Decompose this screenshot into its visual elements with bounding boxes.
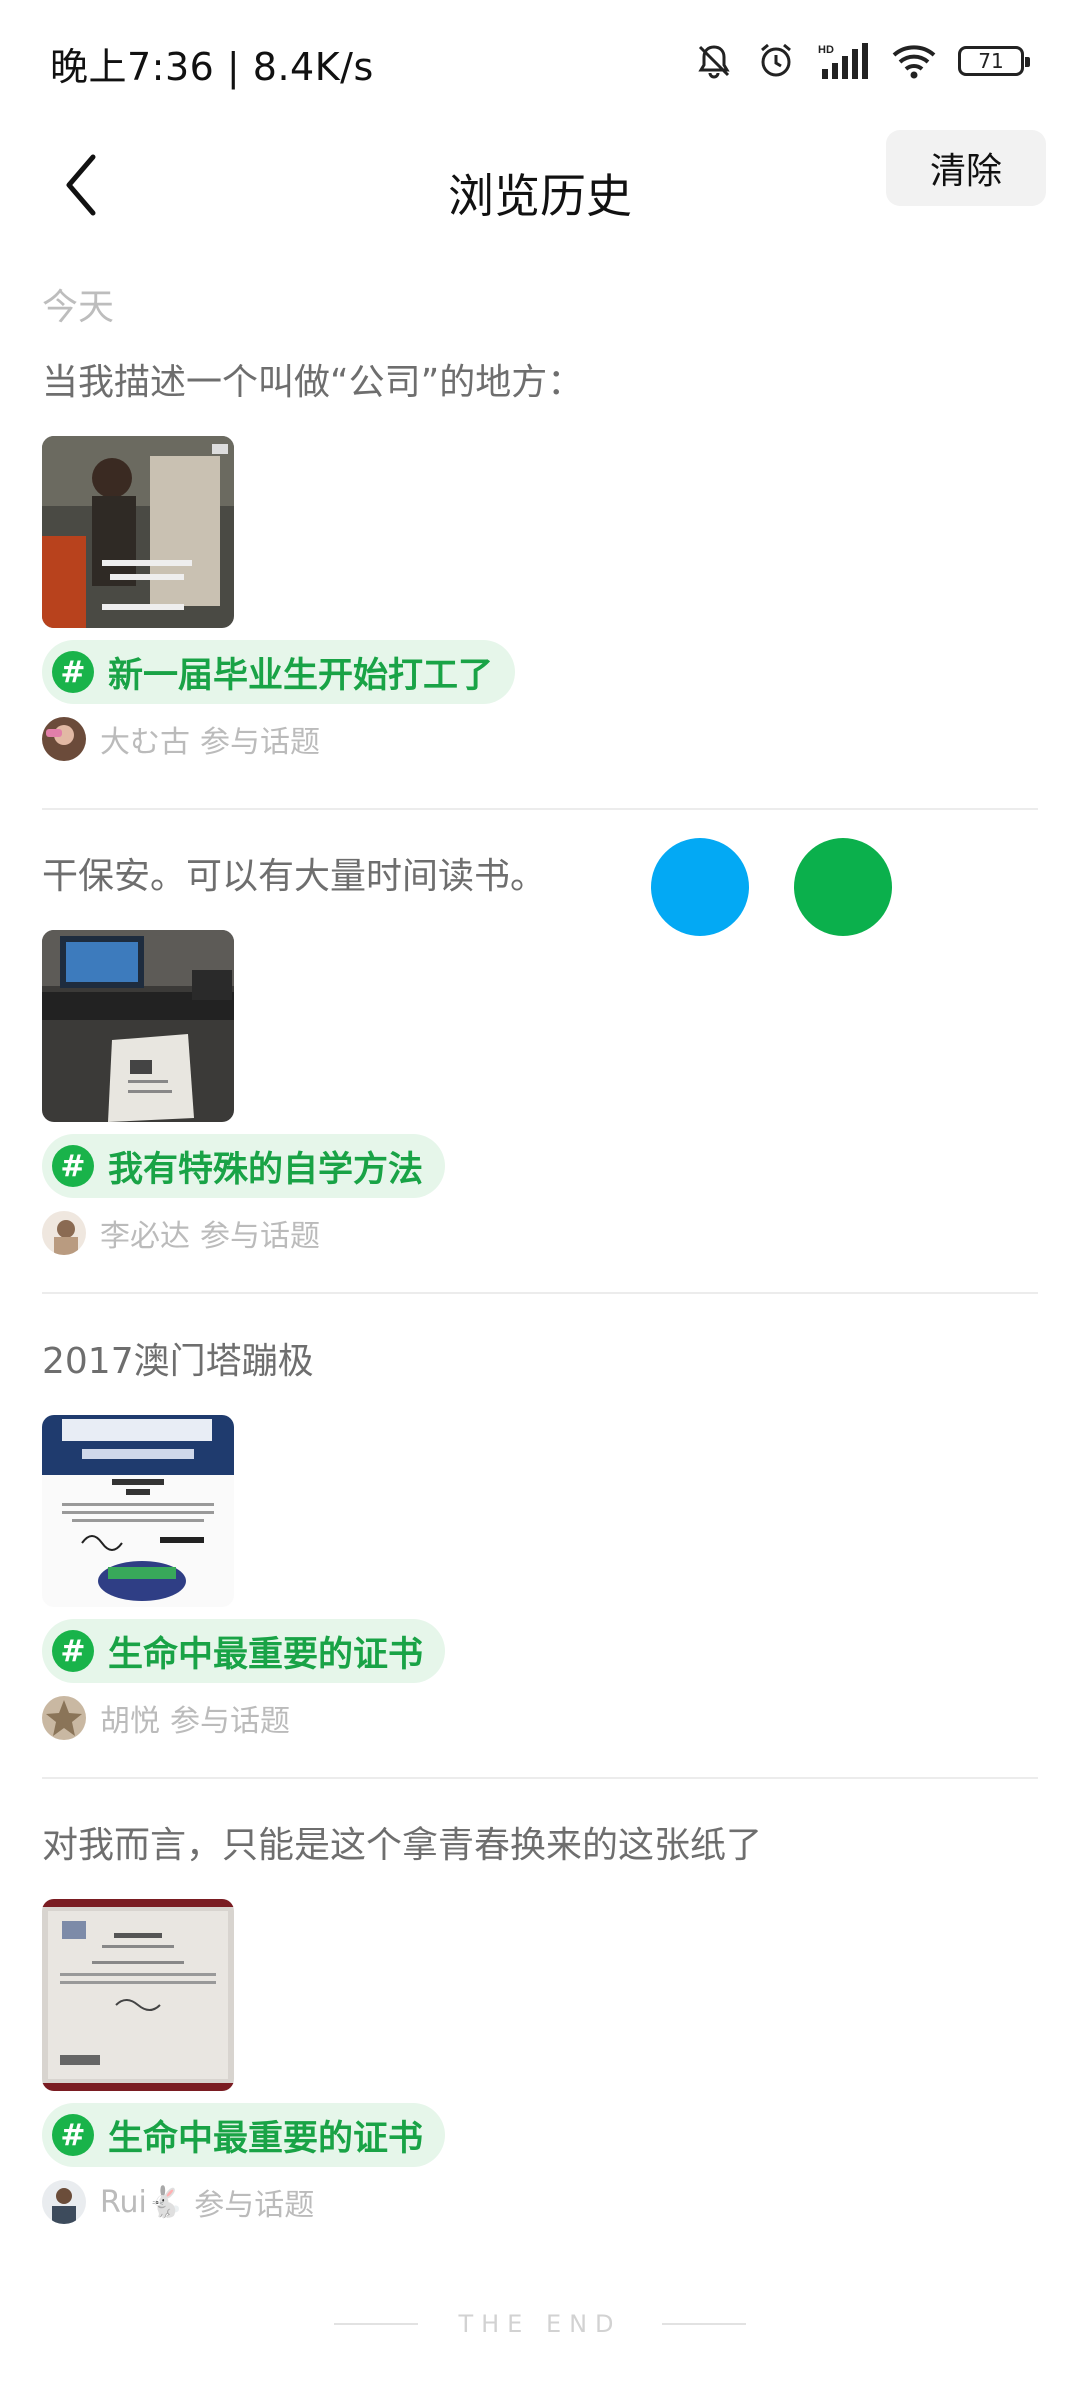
history-item[interactable]: 当我描述一个叫做“公司”的地方： # 新一届毕业生开始打工了 大む古 参与话题	[42, 358, 1038, 764]
topic-label: 生命中最重要的证书	[108, 2118, 424, 2159]
end-marker: THE END	[0, 2310, 1080, 2338]
post-thumbnail[interactable]	[42, 1415, 234, 1607]
post-meta: 胡悦 参与话题	[42, 1693, 1038, 1743]
hashtag-icon: #	[52, 1630, 94, 1672]
battery-icon: 71	[958, 46, 1030, 76]
post-meta: 大む古 参与话题	[42, 714, 1038, 764]
topic-tag[interactable]: # 生命中最重要的证书	[42, 2103, 446, 2167]
divider	[661, 2323, 746, 2325]
history-item[interactable]: 对我而言，只能是这个拿青春换来的这张纸了 # 生命中最重要的证书 Rui🐇 参与…	[42, 1821, 1038, 2227]
header: 浏览历史 清除	[0, 120, 1080, 260]
post-meta: 李必达 参与话题	[42, 1208, 1038, 1258]
status-bar: 晚上7:36 | 8.4K/s HD 71	[0, 0, 1080, 120]
hashtag-icon: #	[52, 1145, 94, 1187]
topic-tag[interactable]: # 新一届毕业生开始打工了	[42, 640, 516, 704]
green-dot[interactable]	[794, 838, 892, 936]
user-name[interactable]: 胡悦	[100, 1696, 160, 1740]
user-name[interactable]: 李必达	[100, 1211, 190, 1255]
history-item[interactable]: 干保安。可以有大量时间读书。 # 我有特殊的自学方法 李必达 参与话题	[42, 852, 1038, 1258]
divider	[42, 1292, 1038, 1294]
topic-tag[interactable]: # 我有特殊的自学方法	[42, 1134, 446, 1198]
post-text[interactable]: 对我而言，只能是这个拿青春换来的这张纸了	[42, 1821, 1038, 1871]
mute-icon	[694, 41, 734, 81]
post-thumbnail[interactable]	[42, 436, 234, 628]
user-name[interactable]: Rui🐇	[100, 2185, 184, 2220]
blue-dot[interactable]	[651, 838, 749, 936]
section-label-today: 今天	[42, 287, 115, 328]
clear-button[interactable]: 清除	[886, 130, 1046, 206]
hashtag-icon: #	[52, 651, 94, 693]
topic-label: 新一届毕业生开始打工了	[108, 655, 494, 696]
user-name[interactable]: 大む古	[100, 717, 190, 761]
alarm-icon	[756, 41, 796, 81]
hd-signal-icon: HD	[818, 41, 870, 81]
post-text[interactable]: 当我描述一个叫做“公司”的地方：	[42, 358, 1038, 408]
post-text[interactable]: 2017澳门塔蹦极	[42, 1337, 1038, 1387]
avatar[interactable]	[42, 1696, 86, 1740]
status-icons: HD 71	[694, 36, 1030, 86]
topic-tag[interactable]: # 生命中最重要的证书	[42, 1619, 446, 1683]
history-item[interactable]: 2017澳门塔蹦极 # 生命中最重要的证书 胡悦 参与话题	[42, 1337, 1038, 1743]
topic-label: 生命中最重要的证书	[108, 1634, 424, 1675]
topic-label: 我有特殊的自学方法	[108, 1149, 424, 1190]
svg-text:HD: HD	[818, 44, 834, 56]
wifi-icon	[892, 41, 936, 81]
status-time: 晚上7:36 | 8.4K/s	[50, 45, 374, 89]
divider	[42, 1777, 1038, 1779]
avatar[interactable]	[42, 1211, 86, 1255]
meta-suffix: 参与话题	[200, 1219, 320, 1254]
meta-suffix: 参与话题	[200, 725, 320, 760]
end-text: THE END	[458, 2310, 622, 2338]
meta-suffix: 参与话题	[194, 2188, 315, 2223]
avatar[interactable]	[42, 2180, 86, 2224]
hashtag-icon: #	[52, 2114, 94, 2156]
post-meta: Rui🐇 参与话题	[42, 2177, 1038, 2227]
avatar[interactable]	[42, 717, 86, 761]
divider	[42, 808, 1038, 810]
post-thumbnail[interactable]	[42, 1899, 234, 2091]
divider	[334, 2323, 419, 2325]
post-thumbnail[interactable]	[42, 930, 234, 1122]
meta-suffix: 参与话题	[170, 1704, 290, 1739]
battery-level: 71	[978, 49, 1004, 73]
